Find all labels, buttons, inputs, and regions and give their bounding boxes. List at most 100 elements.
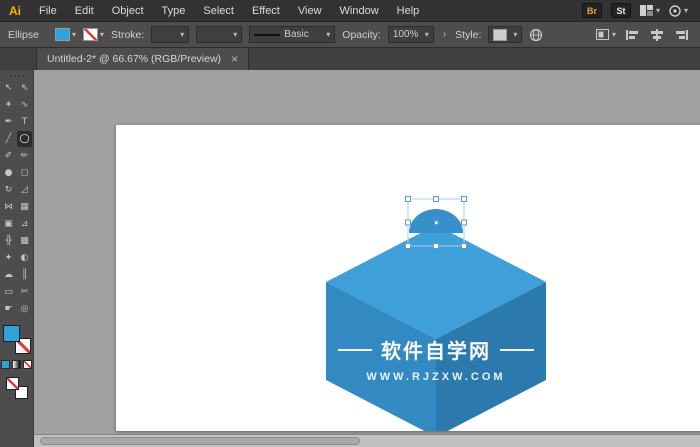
mesh-tool[interactable]: ╬ — [1, 233, 16, 249]
selection-handle[interactable] — [434, 244, 439, 249]
watermark-title: 软件自学网 — [381, 335, 491, 364]
eraser-tool[interactable]: ◻ — [17, 165, 32, 181]
caret-down-icon: ▾ — [513, 31, 517, 39]
menu-file[interactable]: File — [30, 0, 66, 22]
symbol-sprayer-tool[interactable]: ☁ — [1, 267, 16, 283]
fill-swatch[interactable] — [3, 325, 20, 342]
illustrator-logo: Ai — [0, 4, 30, 18]
stroke-color-button[interactable]: ▾ — [83, 28, 104, 41]
watermark-dash-right — [500, 349, 534, 351]
document-setup-globe-button[interactable] — [529, 28, 543, 42]
document-tab-title: Untitled-2* @ 66.67% (RGB/Preview) — [47, 53, 221, 65]
fill-stroke-control[interactable] — [3, 325, 31, 354]
caret-down-icon: ▾ — [180, 31, 184, 39]
arrange-documents-button[interactable]: ▾ — [640, 5, 660, 16]
color-button[interactable] — [1, 360, 10, 369]
menu-window[interactable]: Window — [331, 0, 388, 22]
line-segment-tool[interactable]: ╱ — [1, 131, 16, 147]
selection-handle[interactable] — [406, 197, 411, 202]
selection-tool[interactable]: ↖ — [1, 80, 16, 96]
free-transform-tool[interactable]: ▦ — [17, 199, 32, 215]
stroke-weight-select[interactable]: ▾ — [151, 26, 189, 43]
style-label: Style: — [455, 29, 481, 41]
selection-handle[interactable] — [462, 220, 467, 225]
fill-color-button[interactable]: ▾ — [55, 28, 76, 41]
controlbar-right-cluster: ▾ — [596, 29, 692, 41]
menu-effect[interactable]: Effect — [243, 0, 289, 22]
blob-brush-tool[interactable]: ● — [1, 165, 16, 181]
watermark-url: WWW.RJZXW.COM — [338, 371, 534, 383]
bridge-button[interactable]: Br — [582, 3, 602, 18]
eyedropper-tool[interactable]: ✦ — [1, 250, 16, 266]
tab-close-icon[interactable]: × — [231, 52, 238, 66]
workspace-switcher-button[interactable]: ▾ — [669, 5, 688, 17]
gradient-tool[interactable]: ▩ — [17, 233, 32, 249]
caret-down-icon: ▾ — [100, 31, 104, 39]
scale-tool[interactable]: ◿ — [17, 182, 32, 198]
tool-grid: ↖⇖✶∿✒T╱◯✐✏●◻↻◿⋈▦▣⊿╬▩✦◐☁║▭✂☛◎ — [1, 80, 32, 317]
artboard[interactable]: 软件自学网 WWW.RJZXW.COM — [116, 125, 700, 431]
paintbrush-tool[interactable]: ✐ — [1, 148, 16, 164]
menu-object[interactable]: Object — [103, 0, 153, 22]
opacity-select[interactable]: 100% ▾ — [388, 26, 434, 43]
illustrator-window: Ai FileEditObjectTypeSelectEffectViewWin… — [0, 0, 700, 447]
document-icon — [596, 29, 609, 40]
lasso-tool[interactable]: ∿ — [17, 97, 32, 113]
selection-handle[interactable] — [406, 220, 411, 225]
main-area: ↖⇖✶∿✒T╱◯✐✏●◻↻◿⋈▦▣⊿╬▩✦◐☁║▭✂☛◎ — [0, 70, 700, 447]
hand-tool[interactable]: ☛ — [1, 301, 16, 317]
align-icon-3[interactable] — [674, 29, 688, 41]
shape-builder-tool[interactable]: ▣ — [1, 216, 16, 232]
selection-handle[interactable] — [406, 244, 411, 249]
slice-tool[interactable]: ✂ — [17, 284, 32, 300]
align-icon-1[interactable] — [626, 29, 640, 41]
menu-items: FileEditObjectTypeSelectEffectViewWindow… — [30, 0, 428, 21]
document-tab[interactable]: Untitled-2* @ 66.67% (RGB/Preview) × — [36, 48, 249, 70]
stock-button[interactable]: St — [611, 3, 631, 18]
horizontal-scrollbar[interactable] — [34, 434, 700, 447]
blend-tool[interactable]: ◐ — [17, 250, 32, 266]
globe-icon — [529, 28, 543, 42]
watermark-dash-left — [338, 349, 372, 351]
brush-definition-select[interactable]: Basic ▾ — [249, 26, 335, 43]
pen-tool[interactable]: ✒ — [1, 114, 16, 130]
direct-selection-tool[interactable]: ⇖ — [17, 80, 32, 96]
column-graph-tool[interactable]: ║ — [17, 267, 32, 283]
paint-mode-buttons — [1, 360, 32, 369]
default-fill-stroke-icon[interactable] — [6, 377, 28, 399]
scrollbar-thumb[interactable] — [40, 437, 360, 445]
menu-select[interactable]: Select — [194, 0, 243, 22]
selection-handle[interactable] — [434, 197, 439, 202]
type-tool[interactable]: T — [17, 114, 32, 130]
magic-wand-tool[interactable]: ✶ — [1, 97, 16, 113]
ellipse-tool[interactable]: ◯ — [17, 131, 32, 147]
selection-center-anchor[interactable] — [435, 221, 439, 225]
canvas-area[interactable]: 软件自学网 WWW.RJZXW.COM — [34, 70, 700, 447]
style-select[interactable]: ▾ — [488, 26, 522, 43]
opacity-options-chevron[interactable]: › — [441, 29, 448, 40]
perspective-grid-tool[interactable]: ⊿ — [17, 216, 32, 232]
menu-edit[interactable]: Edit — [66, 0, 103, 22]
gradient-button[interactable] — [12, 360, 21, 369]
caret-down-icon: ▾ — [233, 31, 237, 39]
menu-view[interactable]: View — [289, 0, 331, 22]
menu-help[interactable]: Help — [388, 0, 429, 22]
caret-down-icon: ▾ — [425, 31, 429, 39]
none-button[interactable] — [23, 360, 32, 369]
width-tool[interactable]: ⋈ — [1, 199, 16, 215]
align-icon-2[interactable] — [650, 29, 664, 41]
document-arrange-button[interactable]: ▾ — [596, 29, 616, 40]
panel-grip[interactable] — [10, 75, 24, 77]
zoom-tool[interactable]: ◎ — [17, 301, 32, 317]
selection-handle[interactable] — [462, 197, 467, 202]
rotate-tool[interactable]: ↻ — [1, 182, 16, 198]
artwork-svg — [116, 125, 700, 431]
stroke-color-swatch — [83, 28, 98, 41]
workspace-icon — [669, 5, 681, 17]
menu-type[interactable]: Type — [153, 0, 195, 22]
width-profile-select[interactable]: ▾ — [196, 26, 242, 43]
selection-handle[interactable] — [462, 244, 467, 249]
pencil-tool[interactable]: ✏ — [17, 148, 32, 164]
artboard-tool[interactable]: ▭ — [1, 284, 16, 300]
caret-down-icon: ▾ — [656, 7, 660, 15]
